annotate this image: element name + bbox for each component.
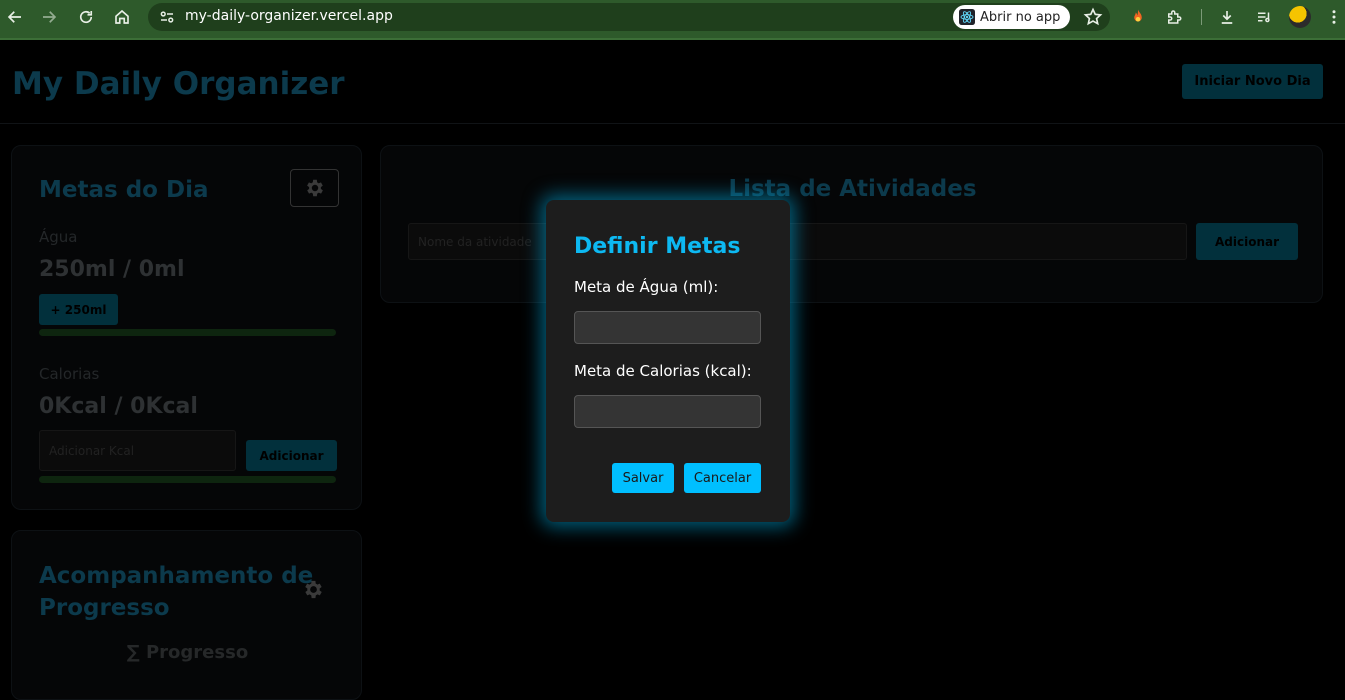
site-settings-icon[interactable] <box>158 8 176 26</box>
back-icon[interactable] <box>1 5 29 29</box>
download-icon[interactable] <box>1217 7 1237 27</box>
goals-settings-button[interactable] <box>290 169 339 207</box>
app-title: My Daily Organizer <box>12 66 345 102</box>
progress-title: Acompanhamento de Progresso <box>39 560 313 624</box>
home-icon[interactable] <box>108 5 136 29</box>
save-button[interactable]: Salvar <box>612 463 674 493</box>
modal-title: Definir Metas <box>574 234 741 259</box>
water-goal-input[interactable] <box>574 311 761 344</box>
browser-toolbar: my-daily-organizer.vercel.app Abrir no a… <box>0 0 1345 40</box>
progress-card: Acompanhamento de Progresso ∑ Progresso <box>11 530 362 700</box>
gear-icon <box>306 179 323 197</box>
calories-goal-label: Meta de Calorias (kcal): <box>574 362 752 380</box>
water-label: Água <box>39 228 78 246</box>
add-activity-button[interactable]: Adicionar <box>1196 223 1298 260</box>
extension-fire-icon[interactable] <box>1128 7 1148 27</box>
goals-title: Metas do Dia <box>39 177 209 203</box>
bookmark-star-icon[interactable] <box>1083 7 1103 27</box>
progress-title-line1: Acompanhamento de <box>39 563 314 589</box>
add-water-button[interactable]: + 250ml <box>39 294 118 325</box>
progress-subtitle: ∑ Progresso <box>126 642 249 663</box>
activities-card: Lista de Atividades Nome da atividade Ad… <box>380 145 1323 303</box>
calories-input[interactable]: Adicionar Kcal <box>39 430 236 471</box>
extensions-puzzle-icon[interactable] <box>1164 7 1184 27</box>
react-icon <box>959 9 975 25</box>
activity-name-input[interactable]: Nome da atividade <box>408 223 1187 260</box>
water-value: 250ml / 0ml <box>39 257 185 282</box>
calories-value: 0Kcal / 0Kcal <box>39 394 198 419</box>
add-calories-button[interactable]: Adicionar <box>246 440 337 471</box>
menu-dots-icon[interactable] <box>1324 7 1344 27</box>
progress-settings-gear-icon[interactable] <box>302 578 325 601</box>
calories-goal-input[interactable] <box>574 395 761 428</box>
cancel-button[interactable]: Cancelar <box>684 463 761 493</box>
app-header: My Daily Organizer Iniciar Novo Dia <box>0 42 1345 124</box>
daily-goals-card: Metas do Dia Água 250ml / 0ml + 250ml Ca… <box>11 145 362 510</box>
open-in-app-label: Abrir no app <box>980 9 1061 25</box>
media-control-icon[interactable] <box>1254 7 1274 27</box>
activities-title: Lista de Atividades <box>728 176 977 202</box>
water-progress-bar <box>39 329 336 336</box>
url-text: my-daily-organizer.vercel.app <box>185 8 393 24</box>
progress-title-line2: Progresso <box>39 595 170 621</box>
calories-label: Calorias <box>39 365 100 383</box>
address-bar[interactable]: my-daily-organizer.vercel.app Abrir no a… <box>148 3 1110 31</box>
calories-progress-bar <box>39 476 336 483</box>
reload-icon[interactable] <box>72 5 100 29</box>
forward-icon[interactable] <box>35 5 63 29</box>
toolbar-divider <box>1201 9 1202 25</box>
water-goal-label: Meta de Água (ml): <box>574 278 719 296</box>
set-goals-modal: Definir Metas Meta de Água (ml): Meta de… <box>546 200 790 522</box>
new-day-button[interactable]: Iniciar Novo Dia <box>1182 64 1323 99</box>
open-in-app-button[interactable]: Abrir no app <box>953 5 1071 29</box>
profile-avatar[interactable] <box>1289 6 1311 28</box>
